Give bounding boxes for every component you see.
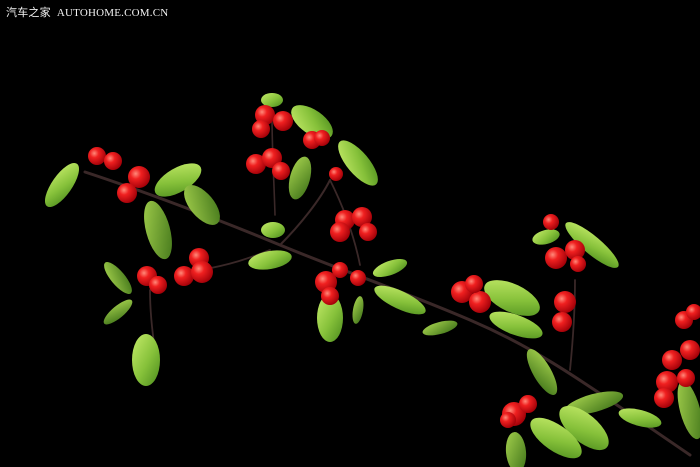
watermark-site: AUTOHOME.COM.CN [56,7,169,19]
berry-branch-photo [0,0,700,467]
watermark-brand: 汽车之家 [6,6,51,19]
watermark: 汽车之家 AUTOHOME.COM.CN [6,4,168,20]
